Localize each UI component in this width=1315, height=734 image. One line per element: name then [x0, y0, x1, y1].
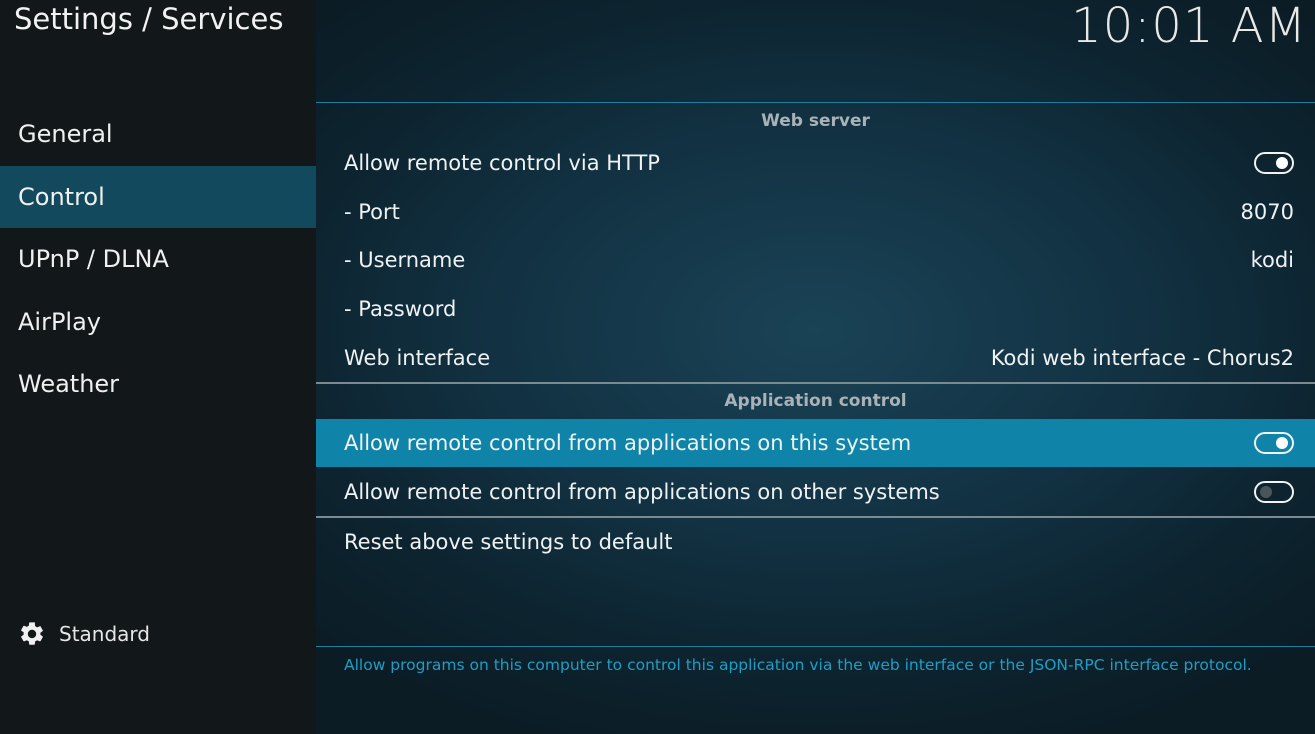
setting-value: 8070 [1240, 200, 1294, 224]
section-divider [316, 382, 1315, 384]
setting-remote-other-systems[interactable]: Allow remote control from applications o… [316, 468, 1315, 516]
settings-level-button[interactable]: Standard [18, 618, 150, 650]
setting-web-interface[interactable]: Web interface Kodi web interface - Choru… [316, 334, 1315, 382]
setting-port[interactable]: - Port 8070 [316, 188, 1315, 236]
sidebar-item-upnp-dlna[interactable]: UPnP / DLNA [0, 228, 316, 291]
setting-label: - Port [344, 200, 400, 224]
reset-settings-button[interactable]: Reset above settings to default [316, 518, 1315, 566]
setting-allow-http[interactable]: Allow remote control via HTTP [316, 139, 1315, 187]
toggle-knob [1276, 437, 1288, 449]
setting-label: Web interface [344, 346, 491, 370]
setting-username[interactable]: - Username kodi [316, 236, 1315, 284]
toggle-switch-off[interactable] [1254, 481, 1294, 503]
settings-panel: 10:01 AM Web server Allow remote control… [316, 0, 1315, 734]
section-header-application-control: Application control [724, 391, 907, 411]
section-header-web-server: Web server [761, 111, 870, 131]
sidebar-item-general[interactable]: General [0, 103, 316, 166]
sidebar: Settings / Services General Control UPnP… [0, 0, 316, 734]
setting-label: Allow remote control via HTTP [344, 151, 660, 175]
setting-password[interactable]: - Password [316, 285, 1315, 333]
clock: 10:01 AM [1071, 0, 1307, 54]
setting-label: - Username [344, 248, 466, 272]
help-text: Allow programs on this computer to contr… [344, 656, 1252, 674]
sidebar-item-weather[interactable]: Weather [0, 353, 316, 416]
gear-icon [21, 622, 43, 645]
setting-remote-this-system[interactable]: Allow remote control from applications o… [316, 419, 1315, 467]
sidebar-item-control[interactable]: Control [0, 165, 316, 228]
help-divider [316, 646, 1315, 647]
toggle-knob [1276, 157, 1288, 169]
page-title: Settings / Services [14, 2, 284, 36]
toggle-switch-on[interactable] [1254, 432, 1294, 454]
setting-value: Kodi web interface - Chorus2 [990, 346, 1294, 370]
setting-label: - Password [344, 297, 457, 321]
sidebar-item-airplay[interactable]: AirPlay [0, 291, 316, 354]
setting-value: kodi [1250, 248, 1294, 272]
settings-level-label: Standard [59, 622, 150, 646]
settings-window: Settings / Services General Control UPnP… [0, 0, 1315, 734]
toggle-knob [1260, 486, 1272, 498]
top-divider [316, 102, 1315, 103]
setting-label: Allow remote control from applications o… [344, 480, 940, 504]
category-list: General Control UPnP / DLNA AirPlay Weat… [0, 103, 316, 416]
toggle-switch-on[interactable] [1254, 152, 1294, 174]
setting-label: Allow remote control from applications o… [344, 431, 912, 455]
setting-label: Reset above settings to default [344, 530, 673, 554]
